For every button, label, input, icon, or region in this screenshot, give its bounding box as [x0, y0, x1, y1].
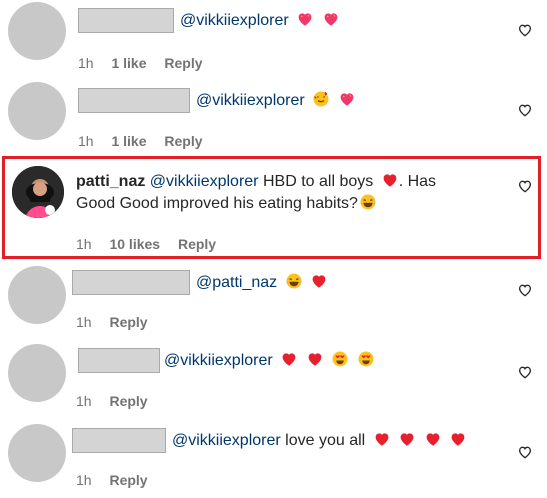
reply-button[interactable]: Reply [164, 55, 202, 71]
heart-emoji [306, 350, 324, 368]
redacted-username [78, 88, 190, 113]
reply-button[interactable]: Reply [164, 133, 202, 149]
likes-count[interactable]: 10 likes [109, 236, 160, 252]
heart-emoji [280, 350, 298, 368]
likes-count[interactable]: 1 like [111, 133, 146, 149]
redacted-username [72, 428, 166, 453]
comment-meta: 1h Reply [76, 393, 162, 409]
comment-text: @vikkiiexplorer [164, 350, 375, 372]
smiling-face-with-hearts-emoji [312, 90, 330, 108]
heart-emoji [398, 430, 416, 448]
comment-text: @vikkiiexplorer love you all [172, 430, 467, 452]
heart-outline-icon[interactable] [517, 444, 533, 460]
heart-outline-icon[interactable] [517, 364, 533, 380]
mention-link[interactable]: @vikkiiexplorer [164, 352, 273, 369]
sparkling-heart-emoji [296, 10, 314, 28]
heart-eyes-emoji [331, 350, 349, 368]
timestamp: 1h [78, 55, 94, 71]
reply-button[interactable]: Reply [109, 314, 147, 330]
heart-emoji [424, 430, 442, 448]
redacted-username [78, 8, 174, 33]
comment-meta: 1h 1 like Reply [78, 55, 217, 71]
avatar[interactable] [8, 344, 66, 402]
laughing-emoji [359, 193, 377, 211]
reply-button[interactable]: Reply [109, 472, 147, 488]
heart-outline-icon[interactable] [517, 282, 533, 298]
username-link[interactable]: patti_naz [76, 173, 145, 190]
redacted-username [78, 348, 160, 373]
sparkling-heart-emoji [338, 90, 356, 108]
heart-outline-icon[interactable] [517, 178, 533, 194]
comment-body-cont: . Has [398, 173, 437, 190]
comment-body: HBD to all boys [262, 173, 374, 190]
timestamp: 1h [76, 393, 92, 409]
heart-emoji [449, 430, 467, 448]
reply-button[interactable]: Reply [178, 236, 216, 252]
comment-meta: 1h 1 like Reply [78, 133, 217, 149]
comment-meta: 1h Reply [76, 314, 162, 330]
redacted-username [72, 270, 190, 295]
mention-link[interactable]: @vikkiiexplorer [180, 12, 289, 29]
laughing-emoji [285, 272, 303, 290]
comment-meta: 1h Reply [76, 472, 162, 488]
heart-emoji [373, 430, 391, 448]
timestamp: 1h [78, 133, 94, 149]
timestamp: 1h [76, 472, 92, 488]
reply-button[interactable]: Reply [109, 393, 147, 409]
mention-link[interactable]: @vikkiiexplorer [150, 173, 259, 190]
comment-text: patti_naz @vikkiiexplorer HBD to all boy… [76, 171, 436, 193]
heart-emoji [381, 171, 399, 189]
timestamp: 1h [76, 314, 92, 330]
comment-body-line2: Good Good improved his eating habits? [76, 195, 358, 212]
likes-count[interactable]: 1 like [111, 55, 146, 71]
comment-text: @vikkiiexplorer [180, 10, 340, 32]
avatar[interactable] [8, 2, 66, 60]
comment-body: love you all [285, 432, 366, 449]
sparkling-heart-emoji [322, 10, 340, 28]
timestamp: 1h [76, 236, 92, 252]
mention-link[interactable]: @vikkiiexplorer [172, 432, 281, 449]
mention-link[interactable]: @patti_naz [196, 274, 277, 291]
comment-text-line2: Good Good improved his eating habits? [76, 193, 377, 215]
mention-link[interactable]: @vikkiiexplorer [196, 92, 305, 109]
avatar[interactable] [8, 266, 66, 324]
avatar[interactable] [8, 82, 66, 140]
comment-meta: 1h 10 likes Reply [76, 236, 230, 252]
avatar[interactable] [10, 164, 66, 220]
heart-outline-icon[interactable] [517, 102, 533, 118]
heart-outline-icon[interactable] [517, 22, 533, 38]
comment-text: @vikkiiexplorer [196, 90, 356, 112]
heart-emoji [310, 272, 328, 290]
comment-text: @patti_naz [196, 272, 328, 294]
avatar[interactable] [8, 424, 66, 482]
heart-eyes-emoji [357, 350, 375, 368]
